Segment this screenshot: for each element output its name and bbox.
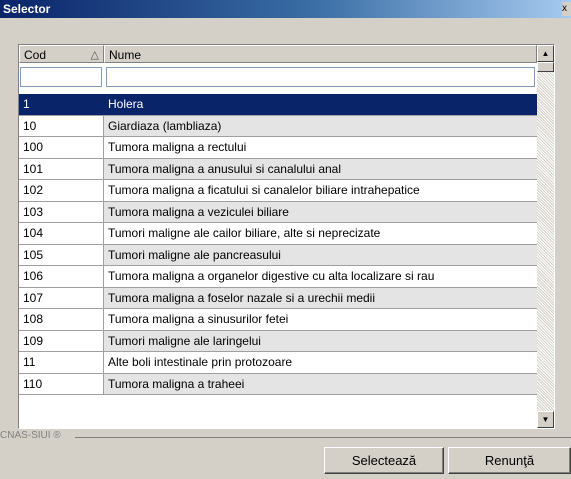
cell-name: Tumora maligna a anusului si canalului a… [104, 158, 537, 179]
cell-code: 110 [19, 373, 104, 394]
table-row[interactable]: 103 Tumora maligna a veziculei biliare [19, 201, 537, 223]
brand-label: CNAS-SIUI ® [0, 430, 64, 441]
close-icon[interactable]: x [562, 2, 571, 16]
select-button[interactable]: Selectează [324, 447, 444, 474]
table-row[interactable]: 100 Tumora maligna a rectului [19, 137, 537, 159]
grid-body: 1 Holera 10 Giardiaza (lambliaza) 100 Tumora … [19, 94, 537, 395]
cell-code: 1 [19, 94, 104, 115]
grid-viewport: Cod △ Nume 1 Holera 10 Giardiaza (lambliaza… [19, 45, 537, 428]
cell-code: 11 [19, 352, 104, 373]
scroll-thumb[interactable] [537, 62, 554, 72]
filter-row [19, 66, 537, 90]
cancel-button[interactable]: Renunţă [448, 447, 571, 474]
scroll-up-arrow-icon[interactable]: ▲ [537, 45, 554, 62]
cell-code: 104 [19, 223, 104, 244]
table-row[interactable]: 102 Tumora maligna a ficatului si canalel… [19, 180, 537, 202]
code-filter-input[interactable] [20, 67, 102, 87]
cell-name: Alte boli intestinale prin protozoare [104, 352, 537, 373]
table-row[interactable]: 1 Holera [19, 94, 537, 116]
scroll-track[interactable] [537, 72, 554, 411]
cell-code: 10 [19, 115, 104, 136]
grid-header: Cod △ Nume [19, 45, 537, 65]
cell-code: 103 [19, 201, 104, 222]
table-row[interactable]: 107 Tumora maligna a foselor nazale si a … [19, 287, 537, 309]
table-row[interactable]: 11 Alte boli intestinale prin protozoare [19, 352, 537, 374]
cell-name: Holera [104, 94, 537, 115]
table-row[interactable]: 101 Tumora maligna a anusului si canalulu… [19, 158, 537, 180]
cell-name: Giardiaza (lambliaza) [104, 115, 537, 136]
footer-divider [75, 437, 571, 438]
column-header-name-label: Nume [109, 48, 142, 62]
cell-name: Tumora maligna a traheei [104, 373, 537, 394]
cell-code: 108 [19, 309, 104, 330]
cell-name: Tumori maligne ale laringelui [104, 330, 537, 351]
sort-ascending-icon: △ [90, 49, 99, 61]
table-row[interactable]: 108 Tumora maligna a sinusurilor fetei [19, 309, 537, 331]
column-header-code-label: Cod [24, 48, 47, 62]
table-row[interactable]: 10 Giardiaza (lambliaza) [19, 115, 537, 137]
vertical-scrollbar[interactable]: ▲ ▼ [537, 45, 554, 428]
cell-code: 107 [19, 287, 104, 308]
table-row[interactable]: 110 Tumora maligna a traheei [19, 373, 537, 395]
column-header-code[interactable]: Cod △ [19, 45, 104, 63]
table-row[interactable]: 104 Tumori maligne ale cailor biliare, al… [19, 223, 537, 245]
cell-name: Tumora maligna a ficatului si canalelor … [104, 180, 537, 201]
table-row[interactable]: 106 Tumora maligna a organelor digestive … [19, 266, 537, 288]
window-title: Selector [3, 2, 51, 16]
cell-name: Tumora maligna a rectului [104, 137, 537, 158]
cell-name: Tumora maligna a veziculei biliare [104, 201, 537, 222]
cell-code: 102 [19, 180, 104, 201]
cell-code: 100 [19, 137, 104, 158]
cell-name: Tumori maligne ale pancreasului [104, 244, 537, 265]
cell-code: 109 [19, 330, 104, 351]
selector-grid: Cod △ Nume 1 Holera 10 Giardiaza (lambliaza… [18, 44, 555, 429]
name-filter-input[interactable] [106, 67, 535, 87]
cell-code: 101 [19, 158, 104, 179]
table-row[interactable]: 105 Tumori maligne ale pancreasului [19, 244, 537, 266]
column-header-name[interactable]: Nume [104, 45, 537, 63]
cell-code: 106 [19, 266, 104, 287]
cell-name: Tumora maligna a sinusurilor fetei [104, 309, 537, 330]
cell-name: Tumora maligna a organelor digestive cu … [104, 266, 537, 287]
table-row[interactable]: 109 Tumori maligne ale laringelui [19, 330, 537, 352]
cell-name: Tumora maligna a foselor nazale si a ure… [104, 287, 537, 308]
cell-name: Tumori maligne ale cailor biliare, alte … [104, 223, 537, 244]
cell-code: 105 [19, 244, 104, 265]
title-bar: Selector x [0, 0, 571, 18]
scroll-down-arrow-icon[interactable]: ▼ [537, 411, 554, 428]
